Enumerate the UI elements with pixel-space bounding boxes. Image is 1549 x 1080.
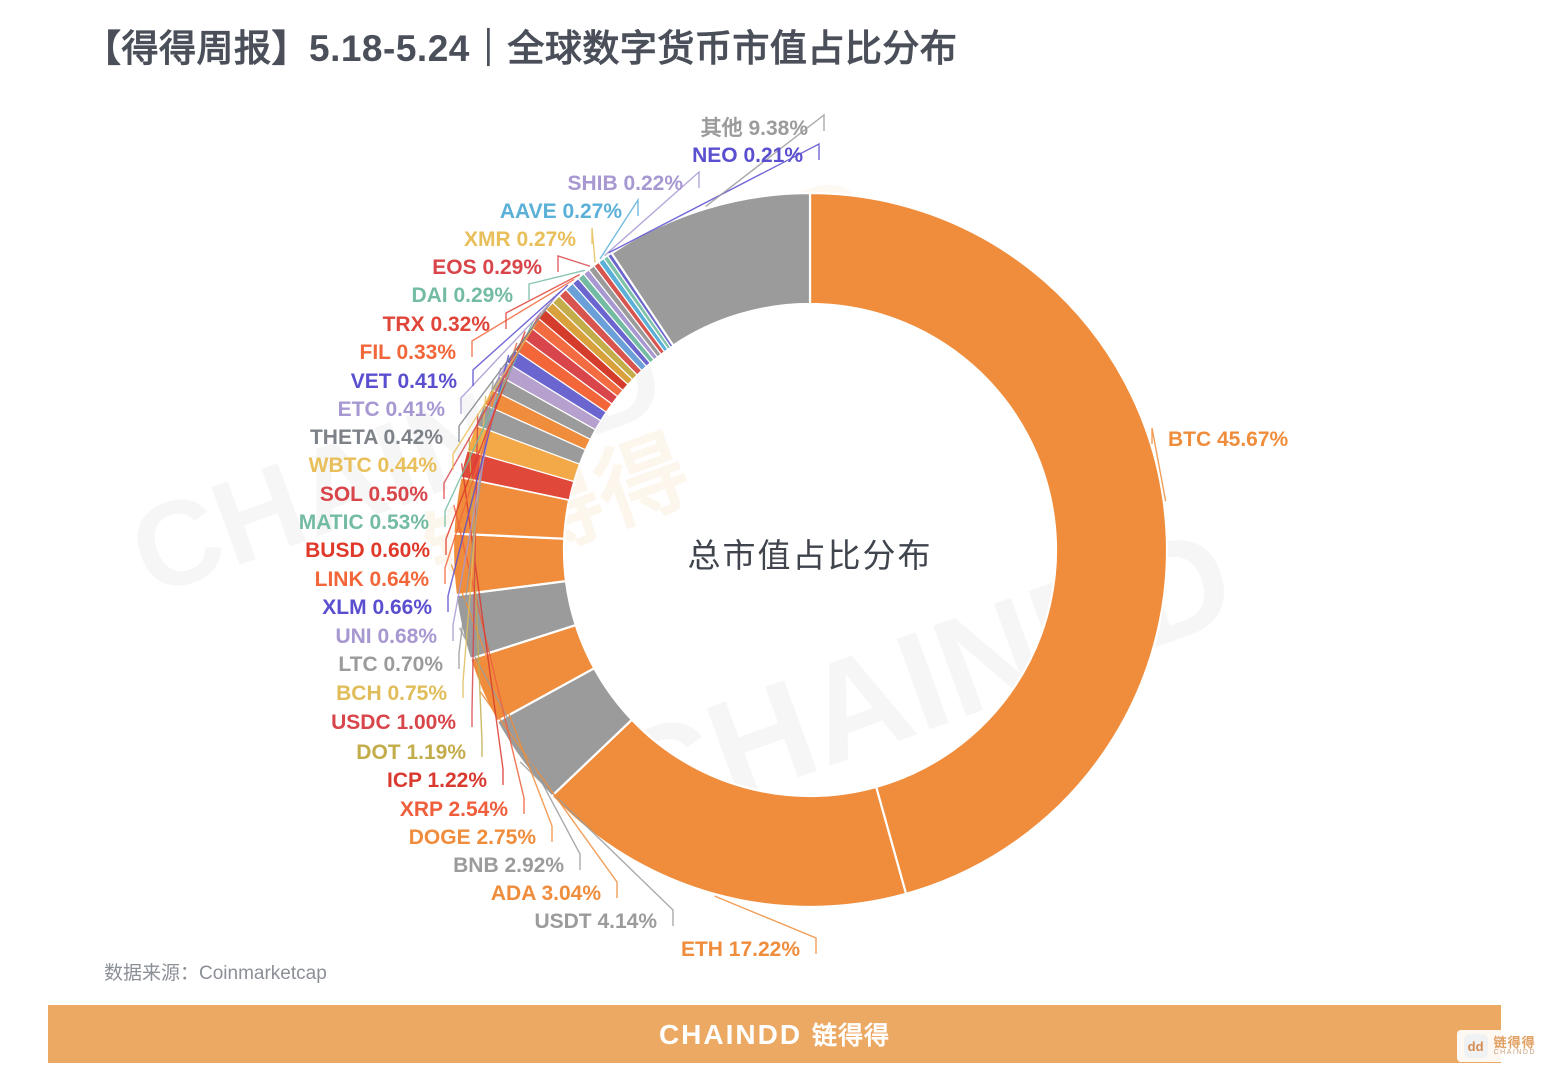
data-label-etc: ETC 0.41% (337, 398, 445, 421)
data-label-btc: BTC 45.67% (1168, 428, 1289, 451)
data-label-xlm: XLM 0.66% (322, 596, 432, 619)
data-label-doge: DOGE 2.75% (408, 826, 536, 849)
data-label-bch: BCH 0.75% (336, 682, 447, 705)
source-note: 数据来源：Coinmarketcap (104, 963, 327, 984)
donut-slice-eth[interactable] (549, 718, 908, 909)
corner-logo-name: 链得得 (1493, 1034, 1536, 1050)
chaindd-logo-icon: dd (1463, 1034, 1488, 1058)
data-label-xrp: XRP 2.54% (399, 798, 508, 821)
donut-chart: CHAINDD DD 链得得 CHAINDD BTC 45.67%ETH 17.… (0, 0, 1549, 1005)
data-label-eth: ETH 17.22% (680, 938, 800, 961)
corner-logo-sub: CHAINDD (1493, 1049, 1536, 1057)
data-label-wbtc: WBTC 0.44% (308, 454, 437, 477)
data-label-trx: TRX 0.32% (382, 313, 490, 336)
data-label-busd: BUSD 0.60% (305, 539, 430, 562)
data-label-aave: AAVE 0.27% (499, 200, 622, 223)
data-label-dai: DAI 0.29% (411, 284, 513, 307)
data-label-neo: NEO 0.21% (692, 144, 803, 167)
data-label-uni: UNI 0.68% (335, 625, 437, 648)
leader-line-eos (557, 255, 591, 272)
data-label-usdt: USDT 4.14% (534, 910, 657, 933)
data-label-ltc: LTC 0.70% (338, 653, 443, 676)
leader-line-xmr (591, 227, 596, 263)
data-label-xmr: XMR 0.27% (463, 228, 576, 251)
corner-logo-badge: dd 链得得 CHAINDD (1456, 1030, 1543, 1062)
footer-brand-en: CHAINDD (658, 1019, 803, 1050)
data-label-vet: VET 0.41% (350, 370, 457, 393)
data-label-link: LINK 0.64% (314, 568, 429, 591)
data-label-bnb: BNB 2.92% (453, 854, 564, 877)
data-label-icp: ICP 1.22% (386, 769, 487, 792)
footer-brand-cn: 链得得 (812, 1022, 891, 1050)
data-label-matic: MATIC 0.53% (298, 511, 429, 534)
data-label-ada: ADA 3.04% (490, 882, 601, 905)
data-label-eos: EOS 0.29% (432, 256, 542, 279)
data-label-usdc: USDC 1.00% (331, 711, 456, 734)
data-label-sol: SOL 0.50% (319, 483, 428, 506)
footer-brand: CHAINDD 链得得 (659, 1016, 890, 1052)
footer-bar: CHAINDD 链得得 (48, 1005, 1501, 1063)
data-label-other: 其他 9.38% (700, 117, 808, 140)
data-label-theta: THETA 0.42% (309, 426, 443, 449)
corner-logo-text: 链得得 CHAINDD (1493, 1034, 1536, 1057)
center-label: 总市值占比分布 (687, 537, 933, 574)
data-label-fil: FIL 0.33% (359, 341, 457, 364)
data-label-dot: DOT 1.19% (356, 741, 466, 764)
data-label-shib: SHIB 0.22% (567, 172, 683, 195)
